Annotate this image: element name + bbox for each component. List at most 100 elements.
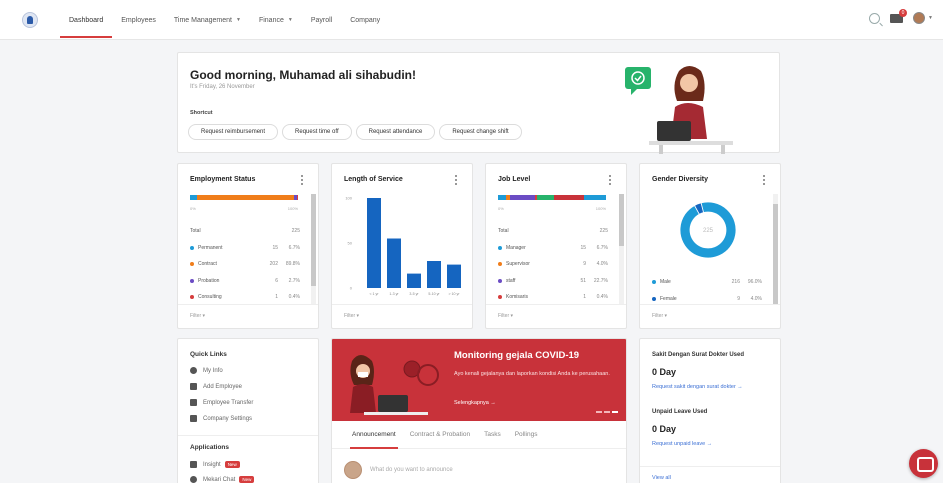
scrollbar-thumb[interactable] <box>311 194 316 286</box>
app-label: Mekari Chat <box>203 476 236 483</box>
legend-dot <box>652 296 656 301</box>
row-count: 202 <box>269 261 278 268</box>
x-tick-label: 1-3 yr <box>389 292 399 296</box>
chevron-down-icon: ▼ <box>236 17 241 23</box>
more-vertical-icon[interactable] <box>763 175 766 187</box>
row-label: Supervisor <box>506 261 530 268</box>
nav-finance[interactable]: Finance ▼ <box>250 0 302 40</box>
tab-announcement[interactable]: Announcement <box>350 421 398 449</box>
row-percent: 4.0% <box>596 261 608 268</box>
filter-dropdown[interactable]: Filter ▾ <box>190 313 205 319</box>
quick-link-add-employee[interactable]: Add Employee <box>190 383 242 390</box>
request-change-shift-button[interactable]: Request change shift <box>439 124 522 140</box>
covid-announcement-card: Monitoring gejala COVID-19 Ayo kenali ge… <box>331 338 627 483</box>
carousel-dot[interactable] <box>604 411 610 413</box>
new-badge: New <box>239 476 255 483</box>
quick-links-card: Quick Links My Info Add Employee Employe… <box>177 338 319 483</box>
chat-support-button[interactable] <box>909 449 938 478</box>
row-label: Consulting <box>198 294 222 301</box>
view-all-link[interactable]: View all <box>652 475 671 481</box>
filter-label: Filter <box>344 313 356 319</box>
row-label: Contract <box>198 261 217 268</box>
request-attendance-button[interactable]: Request attendance <box>355 124 436 140</box>
row-percent: 0.4% <box>288 294 300 301</box>
row-count: 9 <box>583 261 586 268</box>
insight-icon <box>190 461 197 468</box>
more-vertical-icon[interactable] <box>301 175 304 187</box>
quick-link-my-info[interactable]: My Info <box>190 367 223 374</box>
stack-segment <box>197 195 295 200</box>
tab-tasks[interactable]: Tasks <box>484 421 501 449</box>
more-vertical-icon[interactable] <box>609 175 612 187</box>
nav-company[interactable]: Company <box>341 0 389 40</box>
add-user-icon <box>190 383 197 390</box>
company-logo-icon[interactable] <box>22 12 38 28</box>
user-avatar[interactable] <box>913 12 926 24</box>
request-unpaid-leave-link[interactable]: Request unpaid leave → <box>652 441 712 447</box>
inbox-icon[interactable]: 0 <box>890 8 908 23</box>
app-insight[interactable]: Insight New <box>190 461 240 468</box>
announce-input[interactable]: What do you want to announce <box>370 467 453 473</box>
applications-title: Applications <box>190 444 230 451</box>
scale-max: 100% <box>287 206 298 211</box>
quick-link-company-settings[interactable]: Company Settings <box>190 415 252 422</box>
row-label: Female <box>660 295 677 302</box>
leave-balance-card: Sakit Dengan Surat Dokter Used 0 Day Req… <box>639 338 781 483</box>
carousel-dot-active[interactable] <box>612 411 618 413</box>
woman-with-laptop-illustration <box>625 66 733 154</box>
carousel-dot[interactable] <box>596 411 602 413</box>
y-tick-label: 50 <box>348 241 353 246</box>
legend-dot <box>190 295 194 300</box>
more-vertical-icon[interactable] <box>455 175 458 187</box>
row-percent: 4.0% <box>750 295 762 302</box>
total-value: 225 <box>599 228 608 235</box>
row-percent: 2.7% <box>288 277 300 284</box>
row-percent: 22.7% <box>593 277 608 284</box>
chevron-down-icon: ▾ <box>356 313 360 319</box>
request-reimbursement-button[interactable]: Request reimbursement <box>188 124 279 140</box>
chevron-down-icon[interactable]: ▼ <box>928 15 933 21</box>
filter-dropdown[interactable]: Filter ▾ <box>652 313 667 319</box>
app-label: Insight <box>203 461 221 468</box>
nav-dashboard[interactable]: Dashboard <box>60 0 113 40</box>
total-value: 225 <box>291 228 300 235</box>
table-row: Permanent 15 6.7% <box>190 240 300 257</box>
gender-donut-chart: 225 <box>679 201 737 259</box>
divider <box>486 304 626 305</box>
scale-min: 0% <box>190 206 196 211</box>
covid-read-more-link[interactable]: Selengkapnya → <box>454 400 496 406</box>
search-icon[interactable] <box>869 12 881 24</box>
gender-diversity-card: Gender Diversity 225 Male 216 96.0% Female… <box>639 163 781 329</box>
building-icon <box>190 415 197 422</box>
row-percent: 0.4% <box>596 294 608 301</box>
legend-dot <box>190 278 194 283</box>
job-level-table: Total 225 Manager 15 6.7% Supervisor 9 4.0% s… <box>498 223 608 306</box>
scrollbar-thumb[interactable] <box>619 194 624 246</box>
nav-payroll[interactable]: Payroll <box>302 0 341 40</box>
scrollbar-thumb[interactable] <box>773 204 778 304</box>
tab-pollings[interactable]: Pollings <box>515 421 538 449</box>
nav-time-management[interactable]: Time Management ▼ <box>165 0 250 40</box>
filter-dropdown[interactable]: Filter ▾ <box>344 313 359 319</box>
row-count: 1 <box>275 294 278 301</box>
new-badge: New <box>224 461 240 468</box>
filter-dropdown[interactable]: Filter ▾ <box>498 313 513 319</box>
quick-link-employee-transfer[interactable]: Employee Transfer <box>190 399 253 406</box>
divider <box>640 466 780 467</box>
request-sick-leave-link[interactable]: Request sakit dengan surat dokter → <box>652 384 743 390</box>
nav-employees[interactable]: Employees <box>112 0 165 40</box>
row-count: 15 <box>580 244 586 251</box>
request-time-off-button[interactable]: Request time off <box>282 124 352 140</box>
table-row: Male 216 96.0% <box>652 274 762 291</box>
notification-badge: 0 <box>899 8 908 17</box>
covid-title: Monitoring gejala COVID-19 <box>454 350 580 361</box>
app-mekari-chat[interactable]: Mekari Chat New <box>190 476 255 483</box>
nav-label: Company <box>350 16 381 24</box>
legend-dot <box>498 295 502 300</box>
tab-contract-probation[interactable]: Contract & Probation <box>410 421 470 449</box>
job-level-stack-bar <box>498 195 606 200</box>
row-count: 6 <box>275 277 278 284</box>
nav-label: Payroll <box>310 16 333 24</box>
covid-banner[interactable]: Monitoring gejala COVID-19 Ayo kenali ge… <box>332 339 626 421</box>
woman-with-mask-illustration <box>350 355 439 415</box>
